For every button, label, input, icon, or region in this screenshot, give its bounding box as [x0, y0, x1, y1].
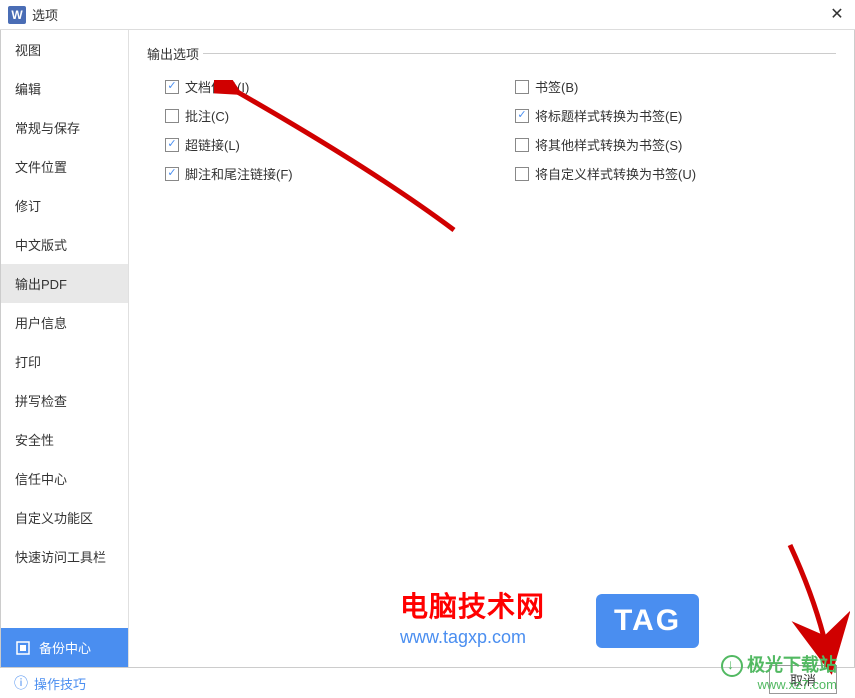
close-button[interactable]: ✕ — [827, 4, 847, 24]
sidebar-item-chinese-layout[interactable]: 中文版式 — [1, 225, 128, 264]
checkbox-comments[interactable] — [165, 109, 179, 123]
label-custom-to-bookmark: 将自定义样式转换为书签(U) — [535, 164, 696, 183]
checkbox-title-to-bookmark[interactable] — [515, 109, 529, 123]
label-hyperlinks: 超链接(L) — [185, 135, 240, 154]
options-grid: 文档信息(I) 批注(C) 超链接(L) 脚注和尾注链接(F) — [147, 77, 836, 183]
option-doc-info[interactable]: 文档信息(I) — [165, 77, 485, 96]
footer: ⓘ 操作技巧 取消 — [0, 668, 855, 698]
options-right-column: 书签(B) 将标题样式转换为书签(E) 将其他样式转换为书签(S) 将自定义样式… — [515, 77, 696, 183]
sidebar-item-quick-access[interactable]: 快速访问工具栏 — [1, 537, 128, 576]
option-hyperlinks[interactable]: 超链接(L) — [165, 135, 485, 154]
section-header: 输出选项 — [147, 44, 836, 63]
checkbox-footnotes[interactable] — [165, 167, 179, 181]
label-bookmarks: 书签(B) — [535, 77, 578, 96]
label-comments: 批注(C) — [185, 106, 229, 125]
options-left-column: 文档信息(I) 批注(C) 超链接(L) 脚注和尾注链接(F) — [165, 77, 485, 183]
sidebar-item-spellcheck[interactable]: 拼写检查 — [1, 381, 128, 420]
label-footnotes: 脚注和尾注链接(F) — [185, 164, 293, 183]
sidebar-item-custom-ribbon[interactable]: 自定义功能区 — [1, 498, 128, 537]
option-bookmarks[interactable]: 书签(B) — [515, 77, 696, 96]
sidebar-item-view[interactable]: 视图 — [1, 30, 128, 69]
help-link[interactable]: 操作技巧 — [34, 674, 86, 693]
checkbox-doc-info[interactable] — [165, 80, 179, 94]
window-title: 选项 — [32, 5, 58, 24]
sidebar-items: 视图 编辑 常规与保存 文件位置 修订 中文版式 输出PDF 用户信息 打印 拼… — [1, 30, 128, 628]
checkbox-bookmarks[interactable] — [515, 80, 529, 94]
sidebar: 视图 编辑 常规与保存 文件位置 修订 中文版式 输出PDF 用户信息 打印 拼… — [1, 30, 129, 667]
sidebar-item-trust-center[interactable]: 信任中心 — [1, 459, 128, 498]
label-title-to-bookmark: 将标题样式转换为书签(E) — [535, 106, 682, 125]
checkbox-hyperlinks[interactable] — [165, 138, 179, 152]
app-icon: W — [8, 6, 26, 24]
sidebar-item-revision[interactable]: 修订 — [1, 186, 128, 225]
titlebar: W 选项 ✕ — [0, 0, 855, 30]
option-footnotes[interactable]: 脚注和尾注链接(F) — [165, 164, 485, 183]
backup-center-button[interactable]: 备份中心 — [1, 628, 128, 667]
sidebar-item-output-pdf[interactable]: 输出PDF — [1, 264, 128, 303]
help-icon: ⓘ — [14, 673, 28, 693]
main-panel: 输出选项 文档信息(I) 批注(C) 超链接(L) 脚注和 — [129, 30, 854, 667]
option-custom-to-bookmark[interactable]: 将自定义样式转换为书签(U) — [515, 164, 696, 183]
backup-center-label: 备份中心 — [39, 638, 91, 657]
checkbox-other-to-bookmark[interactable] — [515, 138, 529, 152]
label-doc-info: 文档信息(I) — [185, 77, 249, 96]
sidebar-item-edit[interactable]: 编辑 — [1, 69, 128, 108]
cancel-button[interactable]: 取消 — [769, 665, 837, 694]
section-title: 输出选项 — [147, 44, 199, 63]
sidebar-item-file-location[interactable]: 文件位置 — [1, 147, 128, 186]
option-other-to-bookmark[interactable]: 将其他样式转换为书签(S) — [515, 135, 696, 154]
option-comments[interactable]: 批注(C) — [165, 106, 485, 125]
sidebar-item-print[interactable]: 打印 — [1, 342, 128, 381]
checkbox-custom-to-bookmark[interactable] — [515, 167, 529, 181]
section-divider — [203, 53, 836, 54]
sidebar-item-user-info[interactable]: 用户信息 — [1, 303, 128, 342]
option-title-to-bookmark[interactable]: 将标题样式转换为书签(E) — [515, 106, 696, 125]
content-wrapper: 视图 编辑 常规与保存 文件位置 修订 中文版式 输出PDF 用户信息 打印 拼… — [0, 30, 855, 668]
footer-buttons: 取消 — [769, 665, 837, 694]
label-other-to-bookmark: 将其他样式转换为书签(S) — [535, 135, 682, 154]
backup-icon — [15, 640, 31, 656]
sidebar-item-general-save[interactable]: 常规与保存 — [1, 108, 128, 147]
sidebar-item-security[interactable]: 安全性 — [1, 420, 128, 459]
